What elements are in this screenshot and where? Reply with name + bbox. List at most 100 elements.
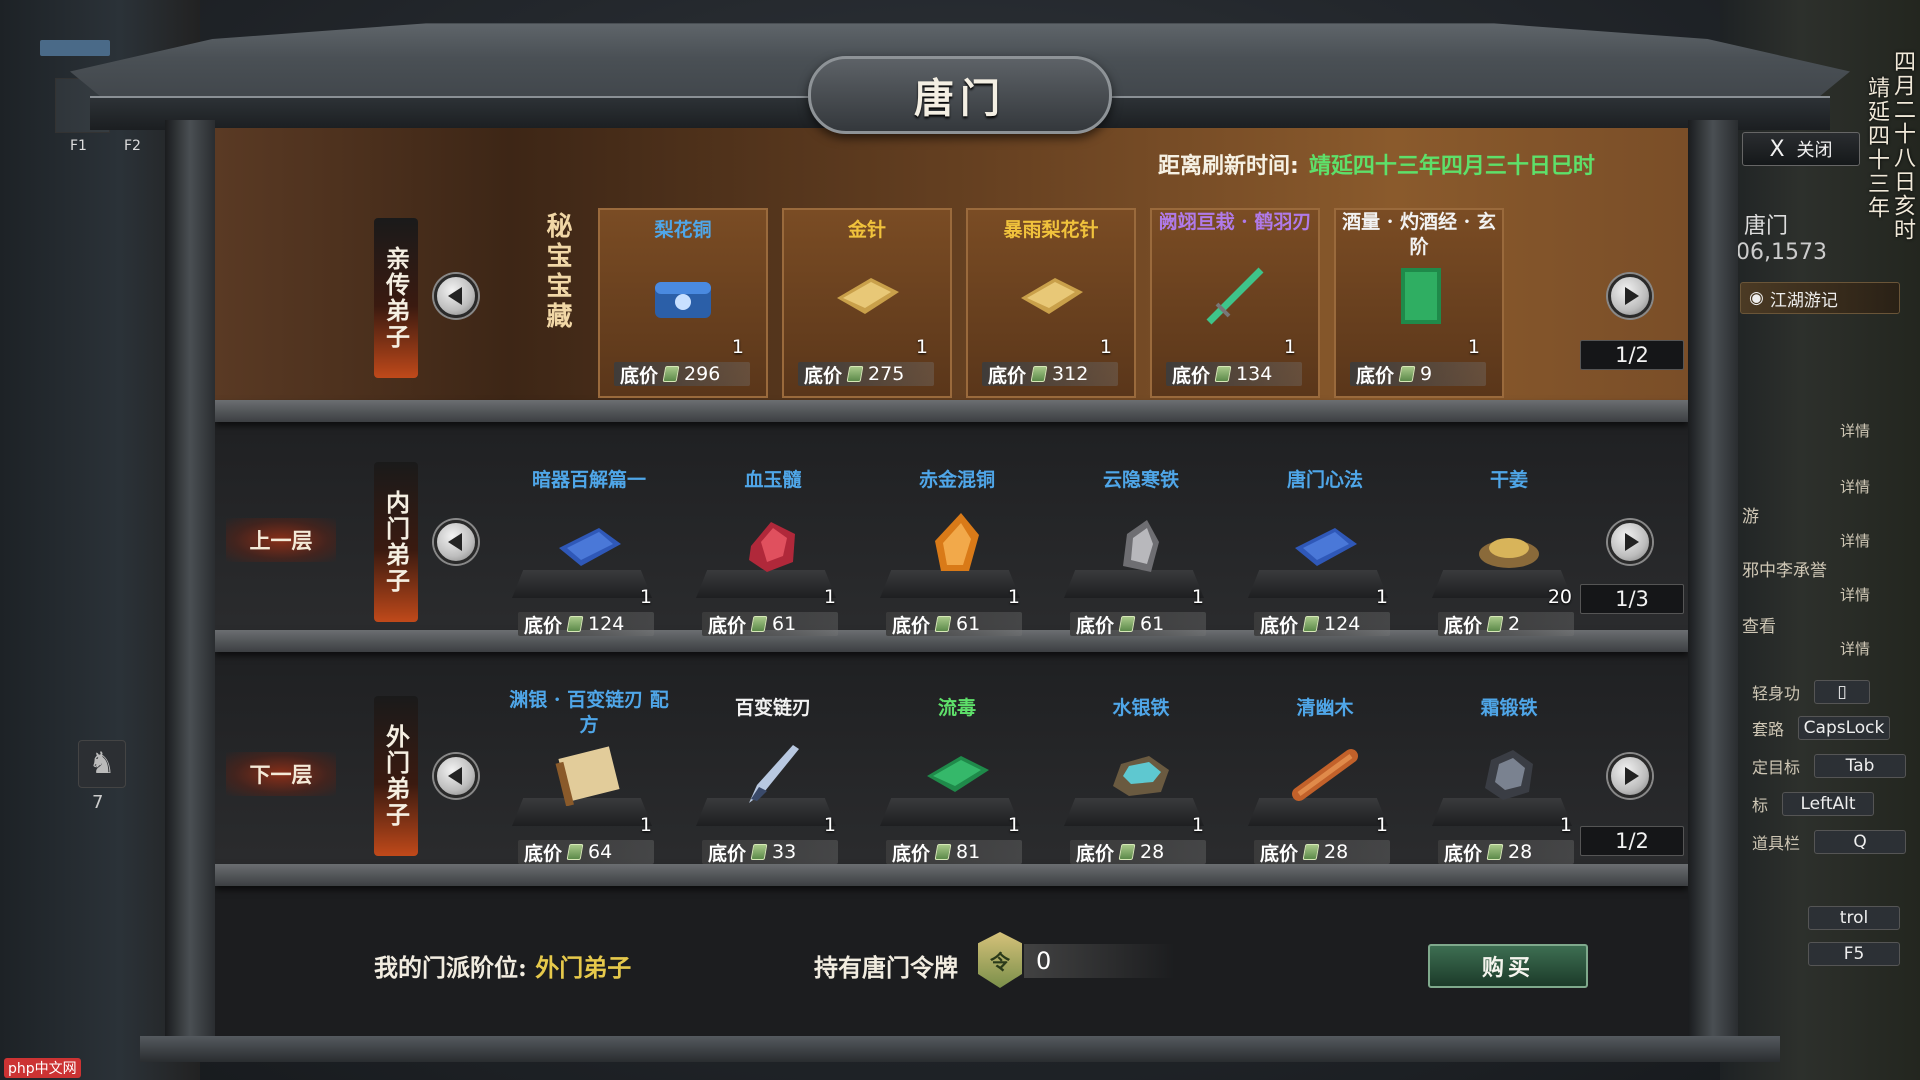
coin-icon (1486, 844, 1504, 860)
price-label: 底价 (708, 614, 747, 637)
keybind-row: 标 LeftAlt (1752, 792, 1875, 816)
price-bar: 底价 134 (1166, 362, 1302, 387)
item-price: 9 (1420, 363, 1433, 385)
dark-ore-icon (1469, 740, 1549, 808)
token-label: 持有唐门令牌 (814, 953, 958, 982)
shop-item-card[interactable]: 赤金混铜 1 底价 61 (872, 460, 1042, 650)
shop-item-card[interactable]: 百变链刃 1 底价 33 (688, 688, 858, 878)
coin-icon (1302, 616, 1320, 632)
item-name: 阙翊亘栽 · 鹤羽刃 (1158, 211, 1312, 233)
blue-book-icon (1285, 512, 1365, 580)
price-label: 底价 (1076, 842, 1115, 865)
shop-item-card[interactable]: 金针 1 底价 275 (782, 208, 952, 398)
price-label: 底价 (1076, 614, 1115, 637)
item-name: 暗器百解篇一 (531, 469, 646, 491)
prev-page-button[interactable] (434, 754, 478, 798)
keybind-key[interactable]: Tab (1814, 754, 1907, 778)
item-name: 干姜 (1489, 469, 1528, 491)
price-bar: 底价 124 (1254, 612, 1390, 637)
mouse-icon[interactable]: ▯ (1814, 680, 1871, 704)
horse-icon[interactable]: ♞ (78, 740, 126, 788)
shop-item-card[interactable]: 血玉髓 1 底价 61 (688, 460, 858, 650)
item-quantity: 1 (639, 814, 652, 836)
rank-value: 外门弟子 (535, 953, 632, 982)
base-beam (140, 1036, 1780, 1062)
shop-item-card[interactable]: 梨花铜 1 底价 296 (598, 208, 768, 398)
wood-log-icon (1285, 740, 1365, 808)
location-name: 唐门 (1744, 214, 1789, 239)
title-plaque: 唐门 (808, 56, 1112, 134)
price-label: 底价 (524, 842, 563, 865)
green-book-icon (1379, 262, 1459, 330)
price-bar: 底价 28 (1254, 840, 1390, 865)
buy-button[interactable]: 购买 (1428, 944, 1588, 988)
item-price: 124 (1324, 613, 1361, 635)
price-bar: 底价 64 (518, 840, 654, 865)
detail-link[interactable]: 详情 (1840, 420, 1870, 441)
coin-icon (750, 616, 768, 632)
green-book-icon (917, 740, 997, 808)
health-bar (40, 40, 110, 56)
price-label: 底价 (1356, 364, 1395, 387)
coin-icon (846, 366, 864, 382)
page-indicator: 1/2 (1580, 340, 1684, 370)
item-quantity: 1 (1191, 586, 1204, 608)
arrow-left-icon (447, 533, 462, 551)
price-label: 底价 (620, 364, 659, 387)
prev-page-button[interactable] (434, 520, 478, 564)
shop-item-card[interactable]: 干姜 20 底价 2 (1424, 460, 1594, 650)
f1-key-label: F1 (70, 138, 87, 154)
item-quantity: 1 (1559, 814, 1572, 836)
detail-link[interactable]: 详情 (1840, 476, 1870, 497)
shop-item-card[interactable]: 云隐寒铁 1 底价 61 (1056, 460, 1226, 650)
shop-item-card[interactable]: 清幽木 1 底价 28 (1240, 688, 1410, 878)
item-quantity: 1 (1007, 586, 1020, 608)
item-quantity: 1 (1283, 336, 1296, 358)
coin-icon (1118, 844, 1136, 860)
my-rank: 我的门派阶位: 外门弟子 (374, 948, 631, 983)
close-button[interactable]: X 关闭 (1742, 132, 1860, 166)
keybind-label: 套路 (1752, 720, 1785, 739)
date-text-2: 靖延四十三年 (1864, 76, 1889, 220)
shop-item-card[interactable]: 水银铁 1 底价 28 (1056, 688, 1226, 878)
journal-label: 江湖游记 (1769, 290, 1838, 311)
shop-item-card[interactable]: 唐门心法 1 底价 124 (1240, 460, 1410, 650)
price-label: 底价 (804, 364, 843, 387)
arrow-right-icon (1624, 287, 1639, 305)
keybind-key[interactable]: CapsLock (1798, 716, 1891, 740)
item-price: 124 (588, 613, 625, 635)
shop-item-card[interactable]: 阙翊亘栽 · 鹤羽刃 1 底价 134 (1150, 208, 1320, 398)
pillar-left (165, 120, 215, 1050)
keybind-row: trol (1808, 906, 1900, 930)
item-price: 28 (1324, 841, 1349, 863)
shop-item-card[interactable]: 暗器百解篇一 1 底价 124 (504, 460, 674, 650)
item-name: 梨花铜 (654, 219, 712, 241)
item-price: 61 (772, 613, 797, 635)
detail-link[interactable]: 详情 (1840, 584, 1870, 605)
price-label: 底价 (988, 364, 1027, 387)
prev-floor-button[interactable]: 上一层 (226, 518, 336, 562)
next-page-button[interactable] (1608, 274, 1652, 318)
keybind-key[interactable]: trol (1808, 906, 1900, 930)
rank-label: 我的门派阶位: (374, 953, 527, 982)
next-page-button[interactable] (1608, 520, 1652, 564)
scroll-icon (549, 740, 629, 808)
shop-item-card[interactable]: 流毒 1 底价 81 (872, 688, 1042, 878)
detail-link[interactable]: 详情 (1840, 638, 1870, 659)
keybind-key[interactable]: F5 (1808, 942, 1900, 966)
keybind-key[interactable]: Q (1814, 830, 1907, 854)
shop-item-card[interactable]: 渊银 · 百变链刃 配方 1 底价 64 (504, 688, 674, 878)
shop-item-card[interactable]: 霜锻铁 1 底价 28 (1424, 688, 1594, 878)
item-name: 渊银 · 百变链刃 配方 (509, 689, 669, 736)
item-price: 81 (956, 841, 981, 863)
shop-item-card[interactable]: 酒量 · 灼酒经 · 玄阶 1 底价 9 (1334, 208, 1504, 398)
detail-link[interactable]: 详情 (1840, 530, 1870, 551)
item-name: 暴雨梨花针 (1003, 219, 1099, 241)
keybind-key[interactable]: LeftAlt (1782, 792, 1875, 816)
item-name: 酒量 · 灼酒经 · 玄阶 (1342, 211, 1496, 258)
next-page-button[interactable] (1608, 754, 1652, 798)
journal-button[interactable]: ◉ 江湖游记 (1740, 282, 1900, 314)
prev-page-button[interactable] (434, 274, 478, 318)
shop-item-card[interactable]: 暴雨梨花针 1 底价 312 (966, 208, 1136, 398)
next-floor-button[interactable]: 下一层 (226, 752, 336, 796)
